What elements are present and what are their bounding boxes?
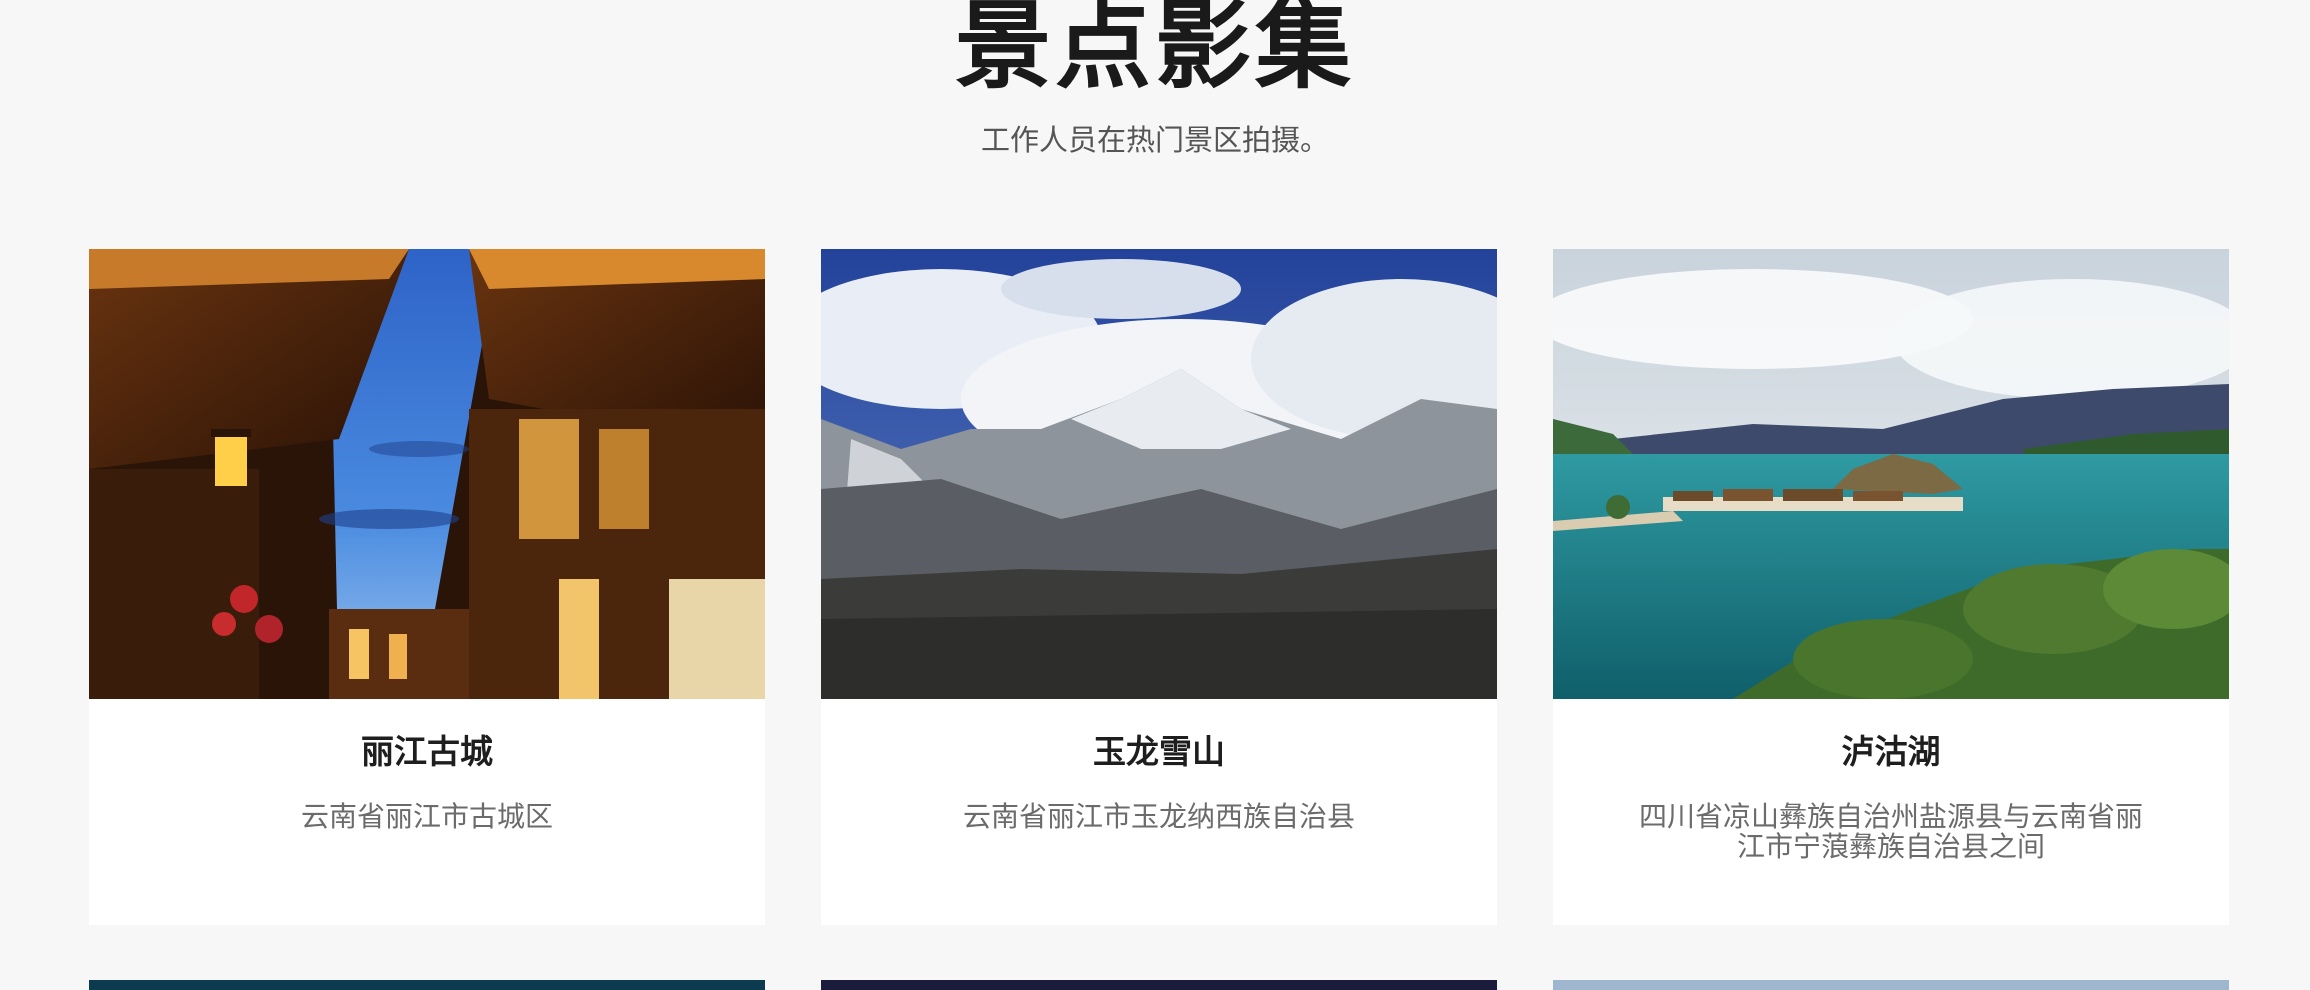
card-location: 云南省丽江市玉龙纳西族自治县: [962, 800, 1355, 833]
gallery-card-yulong[interactable]: 玉龙雪山 云南省丽江市玉龙纳西族自治县: [821, 249, 1497, 925]
next-card-image-edge[interactable]: [821, 980, 1497, 990]
next-card-image-edge[interactable]: [1553, 980, 2229, 990]
gallery-card-lugu[interactable]: 泸沽湖 四川省凉山彝族自治州盐源县与云南省丽江市宁蒗彝族自治县之间: [1553, 249, 2229, 925]
lake-photo[interactable]: [1553, 249, 2229, 699]
next-card-image-edge[interactable]: [89, 980, 765, 990]
old-town-photo-art: [89, 249, 765, 699]
lake-photo-art: [1553, 249, 2229, 699]
card-title: 丽江古城: [361, 732, 493, 771]
section-subtitle: 工作人员在热门景区拍摄。: [980, 123, 1329, 157]
section-title: 景点影集: [955, 0, 1355, 102]
card-location: 四川省凉山彝族自治州盐源县与云南省丽江市宁蒗彝族自治县之间: [1638, 800, 2143, 863]
card-title: 泸沽湖: [1841, 732, 1941, 771]
gallery-page: 景点影集 工作人员在热门景区拍摄。 丽江古城 云南省丽江市古城区 玉龙雪山 云南…: [0, 0, 2310, 990]
card-title: 玉龙雪山: [1093, 732, 1225, 771]
gallery-card-lijiang[interactable]: 丽江古城 云南省丽江市古城区: [89, 249, 765, 925]
snow-mountain-photo[interactable]: [821, 249, 1497, 699]
old-town-photo[interactable]: [89, 249, 765, 699]
snow-mountain-photo-art: [821, 249, 1497, 699]
card-location: 云南省丽江市古城区: [300, 800, 553, 833]
